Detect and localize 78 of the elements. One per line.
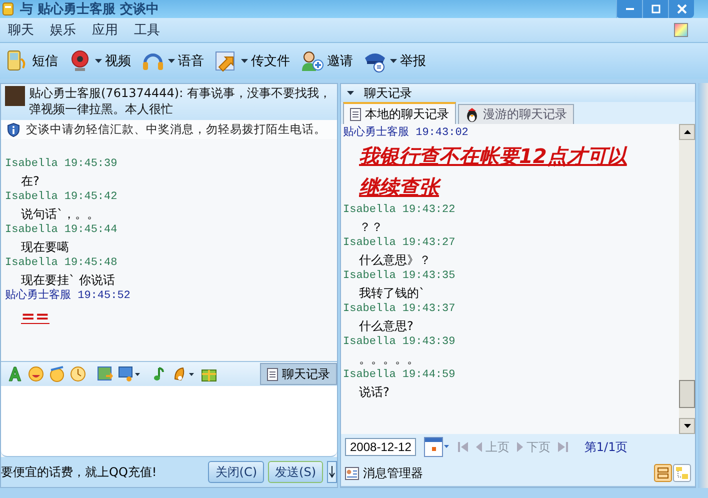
- message-manager-button[interactable]: 消息管理器: [345, 464, 423, 482]
- toolbar-button[interactable]: 传文件: [211, 49, 293, 73]
- scroll-thumb[interactable]: [679, 380, 695, 408]
- message-header: Isabella 19:43:39: [343, 335, 456, 350]
- font-icon[interactable]: [7, 366, 23, 382]
- message-text: 现在要挂` 你说话: [20, 272, 116, 288]
- message-header: Isabella 19:45:39: [5, 157, 118, 172]
- folder-tree-icon[interactable]: [673, 464, 691, 482]
- toolbar-button[interactable]: 视频: [65, 49, 134, 73]
- clock-icon[interactable]: [70, 366, 86, 382]
- contact-signature: 贴心勇士客服(761374444): 有事说事，没事不要找我，弹视频一律拉黑。本人很忙: [29, 85, 332, 118]
- promo-link[interactable]: 要便宜的话费，就上QQ充值!: [1, 464, 204, 480]
- info-shield-icon: [7, 122, 20, 136]
- scrollbar[interactable]: [679, 124, 695, 434]
- history-tab[interactable]: 本地的聊天记录: [343, 102, 456, 124]
- document-icon: [267, 368, 278, 380]
- scroll-down-icon[interactable]: [684, 424, 690, 428]
- toolbar-button[interactable]: 举报: [360, 49, 429, 73]
- send-button[interactable]: 发送(S): [268, 461, 323, 483]
- minimize-icon: [626, 8, 634, 10]
- menu-item[interactable]: 工具: [126, 21, 168, 39]
- message-header: Isabella 19:43:35: [343, 269, 456, 284]
- message-header: Isabella 19:44:59: [343, 368, 456, 383]
- app-icon: [2, 2, 14, 16]
- message-text: 现在要噶: [20, 239, 70, 256]
- message-header: Isabella 19:45:44: [5, 223, 118, 238]
- message-header: Isabella 19:43:27: [343, 236, 456, 251]
- send-options-button[interactable]: [327, 461, 337, 483]
- message-text: 什么意思?: [358, 318, 414, 335]
- screenshot-icon[interactable]: [118, 366, 140, 382]
- message-text: 说句话`，。。: [20, 206, 100, 223]
- caret-icon[interactable]: [347, 91, 354, 95]
- music-note-icon[interactable]: [151, 366, 167, 382]
- message-text: ？？: [358, 219, 384, 236]
- message-header: Isabella 19:45:42: [5, 190, 118, 205]
- document-icon: [350, 108, 361, 120]
- close-icon: [676, 4, 686, 14]
- calendar-icon[interactable]: [424, 437, 450, 457]
- message-text: 我转了钱的`: [358, 285, 426, 302]
- left-triangle-icon: [476, 442, 482, 452]
- window-title: 与 贴心勇士客服 交谈中: [20, 0, 160, 18]
- page-indicator: 第1/1页: [584, 438, 628, 456]
- invite-contact-icon: [300, 49, 324, 73]
- message-text: 我银行查不在帐要12点才可以继续查张: [358, 143, 628, 201]
- menu-item[interactable]: 应用: [84, 21, 126, 39]
- message-header: 贴心勇士客服 19:43:02: [343, 126, 470, 141]
- maximize-icon: [650, 4, 660, 14]
- notice-text: 交谈中请勿轻信汇款、中奖消息，勿轻易拨打陌生电话。: [26, 122, 326, 137]
- color-palette-icon[interactable]: [674, 23, 688, 37]
- close-chat-button[interactable]: 关闭(C): [208, 461, 264, 483]
- message-text: 什么意思》？: [358, 252, 432, 269]
- toolbar-button[interactable]: 邀请: [297, 49, 356, 73]
- contact-card-icon: [345, 466, 359, 480]
- avatar: [5, 86, 25, 106]
- toolbar-button[interactable]: 短信: [2, 49, 61, 73]
- menu-item[interactable]: 聊天: [0, 21, 42, 39]
- scroll-up-icon[interactable]: [684, 130, 690, 134]
- date-field[interactable]: 2008-12-12: [345, 438, 416, 456]
- message-text: 。。。。。: [358, 351, 420, 368]
- message-text: ==: [20, 306, 50, 329]
- right-triangle-icon: [517, 442, 524, 452]
- list-view-icon[interactable]: [654, 464, 672, 482]
- message-text: 说话?: [358, 384, 390, 401]
- message-header: Isabella 19:45:48: [5, 256, 118, 271]
- message-header: 贴心勇士客服 19:45:52: [5, 289, 132, 304]
- message-text: 在?: [20, 173, 40, 190]
- toolbar-button[interactable]: 语音: [138, 49, 207, 73]
- penguin-icon: [465, 108, 479, 122]
- chat-history-button[interactable]: 聊天记录: [260, 363, 337, 385]
- history-tab[interactable]: 漫游的聊天记录: [458, 104, 574, 124]
- panel-title: 聊天记录: [364, 84, 412, 102]
- message-input[interactable]: [1, 386, 337, 457]
- message-header: Isabella 19:43:37: [343, 302, 456, 317]
- send-image-icon[interactable]: [97, 366, 113, 382]
- menu-item[interactable]: 娱乐: [42, 21, 84, 39]
- smiley-icon[interactable]: [28, 366, 44, 382]
- down-arrow-icon: [329, 466, 335, 478]
- message-header: Isabella 19:43:22: [343, 203, 456, 218]
